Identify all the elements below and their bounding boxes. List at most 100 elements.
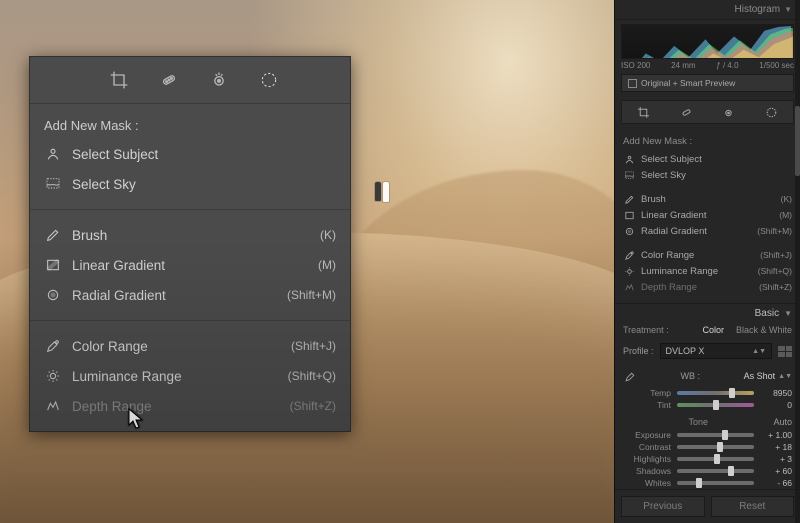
basic-label: Basic: [755, 308, 779, 319]
crop-icon[interactable]: [636, 105, 650, 119]
masking-icon[interactable]: [765, 105, 779, 119]
menu-brush[interactable]: Brush (K): [30, 220, 350, 250]
treatment-label: Treatment :: [623, 325, 669, 335]
histogram-label: Histogram: [735, 4, 781, 15]
separator: [30, 209, 350, 210]
sb-mask-section: Add New Mask : Select SubjectSelect SkyB…: [617, 132, 798, 299]
menu-shortcut: (Shift+M): [287, 288, 336, 302]
menu-linear-gradient[interactable]: Linear Gradient (M): [30, 250, 350, 280]
sb-item-shortcut: (Shift+M): [757, 226, 792, 236]
reset-button[interactable]: Reset: [711, 496, 795, 517]
popup-group-1: Brush (K) Linear Gradient (M) Radial Gra…: [30, 220, 350, 310]
scrollbar-thumb[interactable]: [795, 106, 800, 176]
slider-value: + 18: [760, 442, 792, 452]
slider-label: Exposure: [623, 430, 671, 440]
slider-contrast: Contrast+ 18: [615, 441, 800, 453]
preview-badge[interactable]: Original + Smart Preview: [621, 74, 794, 92]
person-groom: [375, 182, 381, 201]
sb-mask-item[interactable]: Linear Gradient(M): [623, 207, 792, 223]
sky-icon: [623, 169, 635, 181]
sb-item-shortcut: (K): [781, 194, 792, 204]
slider-track[interactable]: [677, 469, 754, 473]
treatment-bw[interactable]: Black & White: [736, 325, 792, 335]
sb-mask-item[interactable]: Radial Gradient (Shift+M): [623, 223, 792, 239]
slider-thumb[interactable]: [728, 466, 734, 476]
slider-label: Whites: [623, 478, 671, 488]
sb-item-label: Select Sky: [641, 170, 786, 181]
slider-track[interactable]: [677, 481, 754, 485]
menu-select-sky[interactable]: Select Sky: [30, 169, 350, 199]
healing-icon[interactable]: [679, 105, 693, 119]
slider-label: Highlights: [623, 454, 671, 464]
gradient-icon: [623, 209, 635, 221]
chevron-down-icon: ▼: [784, 309, 792, 318]
slider-label: Shadows: [623, 466, 671, 476]
profile-dropdown[interactable]: DVLOP X ▲▼: [660, 343, 772, 359]
menu-shortcut: (Shift+J): [291, 339, 336, 353]
treatment-color[interactable]: Color: [702, 325, 724, 335]
menu-label: Radial Gradient: [72, 288, 277, 303]
sb-mask-item[interactable]: Brush(K): [623, 191, 792, 207]
redeye-icon[interactable]: [208, 69, 230, 91]
slider-track[interactable]: [677, 403, 754, 407]
healing-icon[interactable]: [158, 69, 180, 91]
popup-group-2: Color Range (Shift+J) Luminance Range (S…: [30, 331, 350, 421]
scrollbar-track[interactable]: [795, 0, 800, 523]
tone-header: Tone Auto: [615, 411, 800, 429]
previous-button[interactable]: Previous: [621, 496, 705, 517]
crop-icon[interactable]: [108, 69, 130, 91]
menu-shortcut: (M): [318, 258, 336, 272]
histogram-header[interactable]: Histogram ▼: [615, 0, 800, 20]
sb-item-label: Radial Gradient: [641, 226, 751, 237]
slider-thumb[interactable]: [722, 430, 728, 440]
radial-icon: [623, 225, 635, 237]
sb-footer: Previous Reset: [615, 489, 800, 523]
depth-icon: [623, 281, 635, 293]
histogram[interactable]: [621, 24, 794, 59]
menu-shortcut: (Shift+Q): [288, 369, 336, 383]
sb-toolstrip: [621, 100, 794, 124]
dune-back: [330, 170, 614, 310]
brush-icon: [623, 193, 635, 205]
sb-item-label: Luminance Range: [641, 266, 752, 277]
slider-track[interactable]: [677, 391, 754, 395]
slider-thumb[interactable]: [696, 478, 702, 488]
mask-popup-title: Add New Mask :: [30, 104, 350, 139]
menu-radial-gradient[interactable]: Radial Gradient (Shift+M): [30, 280, 350, 310]
mask-popup: Add New Mask : Select Subject Select Sky: [29, 56, 351, 432]
masking-icon[interactable]: [258, 69, 280, 91]
basic-panel-header[interactable]: Basic ▼: [615, 303, 800, 323]
slider-track[interactable]: [677, 457, 754, 461]
slider-thumb[interactable]: [717, 442, 723, 452]
sb-mask-item[interactable]: Luminance Range(Shift+Q): [623, 263, 792, 279]
auto-button[interactable]: Auto: [773, 417, 792, 427]
wb-row: WB : As Shot ▲▼: [615, 365, 800, 387]
meta-focal: 24 mm: [671, 61, 695, 70]
slider-value: + 1.00: [760, 430, 792, 440]
popup-bottom-pad: [30, 421, 350, 431]
menu-luminance-range[interactable]: Luminance Range (Shift+Q): [30, 361, 350, 391]
menu-select-subject[interactable]: Select Subject: [30, 139, 350, 169]
treatment-row: Treatment : Color Black & White: [615, 323, 800, 341]
slider-track[interactable]: [677, 433, 754, 437]
wb-dropdown[interactable]: As Shot ▲▼: [744, 371, 792, 381]
chevron-down-icon: ▼: [784, 5, 792, 14]
sb-item-shortcut: (Shift+J): [760, 250, 792, 260]
slider-exposure: Exposure + 1.00: [615, 429, 800, 441]
sb-mask-item: Depth Range(Shift+Z): [623, 279, 792, 295]
sb-mask-item[interactable]: Select Subject: [623, 151, 792, 167]
sb-mask-item[interactable]: Color Range(Shift+J): [623, 247, 792, 263]
profile-browser-icon[interactable]: [778, 346, 792, 357]
slider-thumb[interactable]: [713, 400, 719, 410]
slider-value: - 66: [760, 478, 792, 488]
slider-thumb[interactable]: [729, 388, 735, 398]
eyedropper-icon[interactable]: [623, 369, 637, 383]
profile-row: Profile : DVLOP X ▲▼: [615, 341, 800, 365]
slider-thumb[interactable]: [714, 454, 720, 464]
redeye-icon[interactable]: [722, 105, 736, 119]
slider-track[interactable]: [677, 445, 754, 449]
sb-mask-item[interactable]: Select Sky: [623, 167, 792, 183]
image-canvas[interactable]: Add New Mask : Select Subject Select Sky: [0, 0, 614, 523]
dropper-icon: [44, 337, 62, 355]
menu-color-range[interactable]: Color Range (Shift+J): [30, 331, 350, 361]
